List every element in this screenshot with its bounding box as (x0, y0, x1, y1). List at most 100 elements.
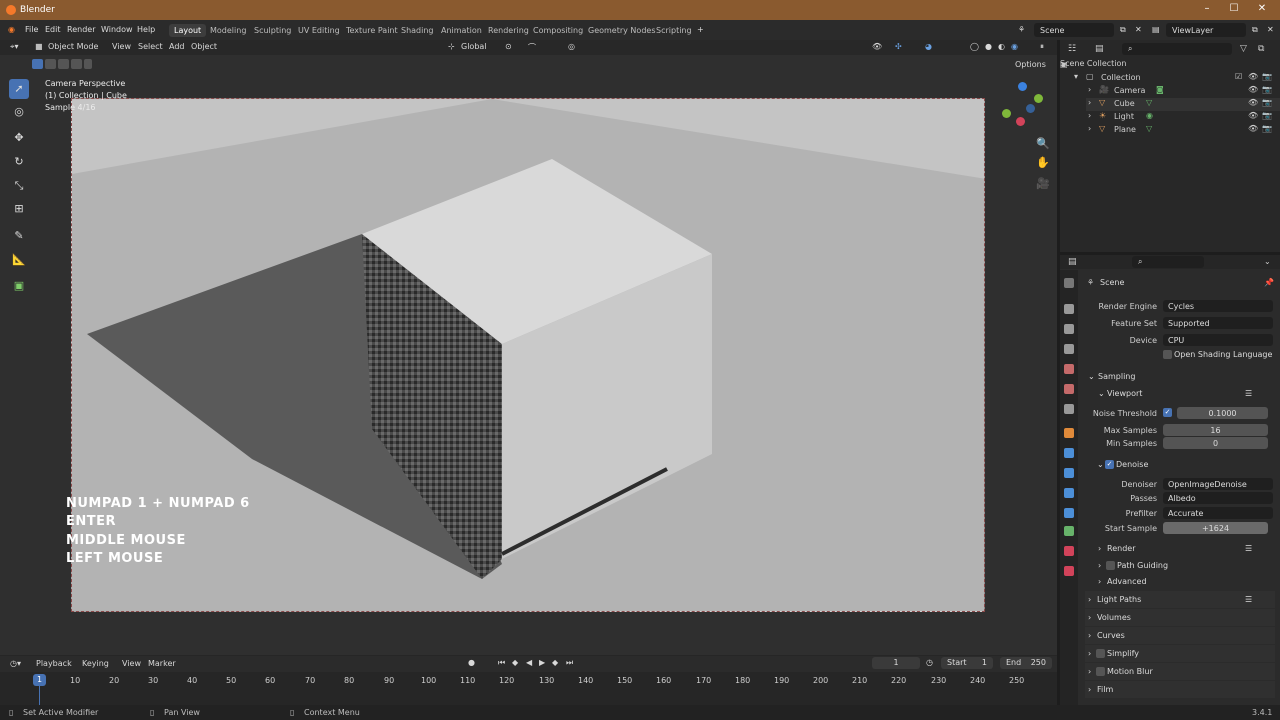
simplify-checkbox[interactable] (1096, 649, 1105, 658)
tab-render-icon[interactable] (1064, 304, 1074, 314)
end-frame-field[interactable]: End 250 (1000, 657, 1052, 669)
tab-scripting[interactable]: Scripting (651, 24, 697, 37)
timeline-menu-playback[interactable]: Playback (36, 659, 72, 668)
camera-view-icon[interactable]: 🎥 (1036, 177, 1050, 190)
menu-help[interactable]: Help (137, 25, 155, 34)
minimize-icon[interactable]: – (1200, 3, 1214, 17)
plane-data-icon[interactable]: ▽ (1146, 124, 1152, 133)
proportional-edit-icon[interactable]: ◎ (568, 42, 575, 51)
select-box-tool-icon[interactable]: ➚ (9, 79, 29, 99)
osl-checkbox[interactable] (1163, 350, 1172, 359)
render-expand-icon[interactable]: › (1098, 544, 1101, 553)
tab-modeling[interactable]: Modeling (205, 24, 251, 37)
camera-render-icon[interactable]: 📷 (1262, 85, 1272, 94)
motion-blur-expand-icon[interactable]: › (1088, 667, 1091, 676)
delete-view-layer-icon[interactable]: ✕ (1267, 25, 1274, 34)
prefilter-dropdown[interactable]: Accurate (1163, 507, 1273, 519)
light-paths-panel-header[interactable]: Light Paths (1097, 595, 1141, 604)
transform-orientation-selector[interactable]: Global (461, 42, 487, 51)
properties-options-icon[interactable]: ⌄ (1264, 257, 1271, 266)
selection-mode-buttons[interactable] (32, 59, 92, 70)
motion-blur-panel[interactable]: › Motion Blur (1085, 663, 1275, 680)
properties-editor-icon[interactable]: ▤ (1068, 257, 1077, 267)
light-paths-presets-icon[interactable]: ☰ (1245, 595, 1252, 604)
curves-panel[interactable]: › Curves (1085, 627, 1275, 644)
record-icon[interactable]: ● (468, 658, 475, 667)
current-frame-field[interactable]: 1 (872, 657, 920, 669)
tab-sculpting[interactable]: Sculpting (249, 24, 296, 37)
feature-set-dropdown[interactable]: Supported (1163, 317, 1273, 329)
select-extend-icon[interactable] (45, 59, 56, 69)
zoom-view-icon[interactable]: 🔍 (1036, 137, 1050, 150)
outliner-row-collection[interactable]: ▾ ▢ Collection ☑ 👁 📷 (1072, 72, 1280, 85)
select-new-icon[interactable] (32, 59, 43, 69)
close-icon[interactable]: ✕ (1255, 3, 1269, 17)
cursor-tool-icon[interactable]: ◎ (9, 102, 29, 122)
light-paths-panel[interactable]: › Light Paths ☰ (1085, 591, 1275, 608)
denoise-subpanel-header[interactable]: Denoise (1116, 460, 1148, 469)
camera-visibility-icon[interactable]: 👁 (1248, 85, 1258, 94)
pin-icon[interactable]: 📌 (1264, 278, 1274, 287)
snap-icon[interactable]: ⌒ (528, 42, 536, 53)
passes-dropdown[interactable]: Albedo (1163, 492, 1273, 504)
tab-texture-paint[interactable]: Texture Paint (341, 24, 403, 37)
playhead[interactable]: 1 (33, 674, 46, 686)
motion-blur-checkbox[interactable] (1096, 667, 1105, 676)
visibility-icon[interactable]: 👁 (872, 42, 882, 51)
outliner-row-camera[interactable]: › 🎥 Camera ◙ 👁 📷 (1086, 85, 1280, 98)
light-render-icon[interactable]: 📷 (1262, 111, 1272, 120)
max-samples-field[interactable]: 16 (1163, 424, 1268, 436)
simplify-panel-header[interactable]: Simplify (1107, 649, 1139, 658)
motion-blur-panel-header[interactable]: Motion Blur (1107, 667, 1153, 676)
tab-tool-icon[interactable] (1064, 278, 1074, 288)
render-presets-icon[interactable]: ☰ (1245, 544, 1252, 553)
view-layer-icon[interactable]: ▤ (1152, 25, 1160, 34)
light-paths-expand-icon[interactable]: › (1088, 595, 1091, 604)
camera-data-icon[interactable]: ◙ (1156, 85, 1164, 94)
outliner-row-light[interactable]: › ☀ Light ◉ 👁 📷 (1086, 111, 1280, 124)
outliner-scene-collection-label[interactable]: Scene Collection (1060, 59, 1127, 68)
noise-threshold-checkbox[interactable]: ✓ (1163, 408, 1172, 417)
tab-constraints-icon[interactable] (1064, 508, 1074, 518)
menu-file[interactable]: File (25, 25, 38, 34)
sampling-expand-icon[interactable]: ⌄ (1088, 372, 1095, 381)
gizmo-y-axis-icon[interactable] (1034, 94, 1043, 103)
pause-render-icon[interactable]: ⏸ (1040, 42, 1044, 52)
view-layer-selector[interactable]: ViewLayer (1166, 23, 1246, 37)
expand-camera-icon[interactable]: › (1088, 85, 1091, 94)
tab-physics-icon[interactable] (1064, 488, 1074, 498)
scene-icon[interactable]: ⚘ (1018, 25, 1025, 34)
options-dropdown[interactable]: Options (1015, 60, 1046, 69)
volumes-expand-icon[interactable]: › (1088, 613, 1091, 622)
outliner-search-input[interactable]: ⌕ (1122, 43, 1232, 55)
expand-collection-icon[interactable]: ▾ (1074, 72, 1078, 81)
cube-render-icon[interactable]: 📷 (1262, 98, 1272, 107)
collection-exclude-checkbox[interactable]: ☑ (1235, 72, 1242, 81)
timeline-editor-icon[interactable]: ◷▾ (10, 659, 21, 668)
device-dropdown[interactable]: CPU (1163, 334, 1273, 346)
tab-output-icon[interactable] (1064, 324, 1074, 334)
shading-rendered-icon[interactable]: ◉ (1011, 42, 1018, 51)
light-visibility-icon[interactable]: 👁 (1248, 111, 1258, 120)
film-expand-icon[interactable]: › (1088, 685, 1091, 694)
timeline-menu-view[interactable]: View (122, 659, 141, 668)
viewport-menu-view[interactable]: View (112, 42, 131, 51)
delete-scene-icon[interactable]: ✕ (1135, 25, 1142, 34)
camera-render-view[interactable] (71, 98, 985, 612)
outliner-display-mode-icon[interactable]: ▤ (1095, 44, 1104, 54)
transform-tool-icon[interactable]: ⊞ (9, 199, 29, 219)
new-view-layer-icon[interactable]: ⧉ (1252, 25, 1258, 35)
denoise-expand-icon[interactable]: ⌄ (1097, 460, 1104, 469)
shading-material-icon[interactable]: ◐ (998, 42, 1005, 51)
pivot-icon[interactable]: ⊙ (505, 42, 512, 51)
volumes-panel[interactable]: › Volumes (1085, 609, 1275, 626)
denoise-checkbox[interactable]: ✓ (1105, 460, 1114, 469)
timeline-menu-marker[interactable]: Marker (148, 659, 176, 668)
add-workspace-icon[interactable]: + (697, 25, 704, 34)
overlay-toggle-icon[interactable]: ◕ (925, 42, 932, 51)
render-subpanel-header[interactable]: Render (1107, 544, 1135, 553)
outliner-new-collection-icon[interactable]: ⧉ (1258, 44, 1264, 54)
preview-range-icon[interactable]: ◷ (926, 658, 933, 667)
prev-keyframe-icon[interactable]: ◆ (512, 658, 518, 667)
tab-view-layer-icon[interactable] (1064, 344, 1074, 354)
